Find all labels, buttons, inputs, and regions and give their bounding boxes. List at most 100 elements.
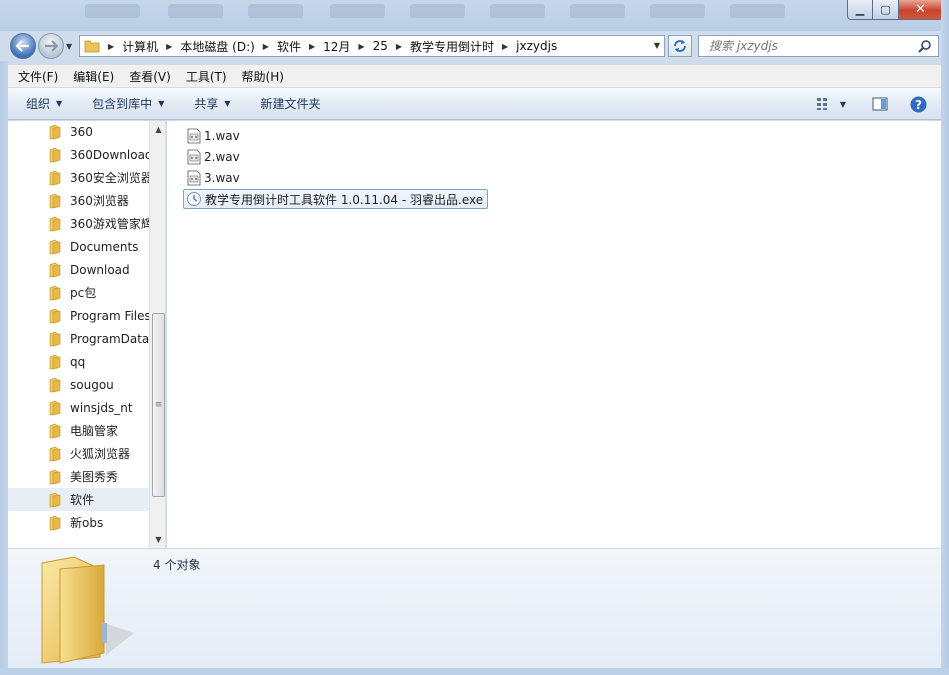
tree-item[interactable]: 软件 <box>8 488 149 511</box>
organize-label: 组织 <box>26 97 51 111</box>
breadcrumb: ▶ 计算机 ▶ 本地磁盘 (D:) ▶ 软件 ▶ 12月 ▶ 25 ▶ 教学专用倒计时 ▶ jxzydjs <box>100 36 557 56</box>
scroll-down-icon[interactable]: ▼ <box>150 531 165 548</box>
breadcrumb-item[interactable]: jxzydjs <box>516 39 557 53</box>
file-name: 2.wav <box>204 150 240 164</box>
large-folder-icon <box>41 556 134 664</box>
caret-down-icon: ▼ <box>158 99 165 108</box>
tree-item-label: 360游戏管家辉 <box>70 217 149 231</box>
tree-item-label: Download <box>70 262 130 277</box>
menu-item[interactable]: 编辑(E) <box>63 68 119 85</box>
tree-item[interactable]: 360安全浏览器 <box>8 166 149 189</box>
svg-text:?: ? <box>915 98 922 112</box>
file-item[interactable]: 教学专用倒计时工具软件 1.0.11.04 - 羽睿出品.exe <box>183 189 489 209</box>
scroll-up-icon[interactable]: ▲ <box>150 121 165 138</box>
file-item[interactable]: 3.wav <box>185 168 244 188</box>
refresh-button[interactable] <box>668 35 692 57</box>
tree-item[interactable]: 360 <box>8 121 149 143</box>
file-item[interactable]: 2.wav <box>185 147 244 167</box>
tree-item-label: sougou <box>70 377 114 392</box>
view-list-icon <box>816 98 827 110</box>
tree-item[interactable]: pc包 <box>8 281 149 304</box>
tree-item[interactable]: 新obs <box>8 511 149 534</box>
tree-item[interactable]: Documents <box>8 235 149 258</box>
breadcrumb-separator-icon[interactable]: ▶ <box>108 42 114 51</box>
menu-item[interactable]: 工具(T) <box>176 68 232 85</box>
menu-item[interactable]: 文件(F) <box>8 68 63 85</box>
new-folder-button[interactable]: 新建文件夹 <box>261 95 321 112</box>
preview-pane-button[interactable] <box>872 97 888 111</box>
folder-icon <box>49 492 61 507</box>
back-button[interactable] <box>10 33 36 59</box>
share-button[interactable]: 共享 ▼ <box>194 95 230 112</box>
folder-icon <box>49 193 61 208</box>
folder-icon <box>49 331 61 346</box>
tree-item-label: 电脑管家 <box>70 424 119 438</box>
tree-item[interactable]: 美图秀秀 <box>8 465 149 488</box>
breadcrumb-item[interactable]: 本地磁盘 (D:) <box>180 38 254 55</box>
organize-button[interactable]: 组织 ▼ <box>26 95 62 112</box>
clock-app-icon <box>187 192 201 206</box>
tree-item[interactable]: 电脑管家 <box>8 419 149 442</box>
tree-item[interactable]: sougou <box>8 373 149 396</box>
breadcrumb-separator-icon[interactable]: ▶ <box>166 42 172 51</box>
caret-down-icon: ▼ <box>56 99 63 108</box>
tree-item[interactable]: 火狐浏览器 <box>8 442 149 465</box>
details-pane: 4 个对象 <box>8 548 941 668</box>
window-border-right <box>941 0 949 675</box>
search-icon[interactable] <box>918 39 932 53</box>
forward-button[interactable] <box>38 33 64 59</box>
folder-icon <box>49 423 61 438</box>
tree-item[interactable]: Download <box>8 258 149 281</box>
tree-item-label: 360Download <box>70 147 149 162</box>
breadcrumb-item[interactable]: 25 <box>373 39 388 53</box>
tree-item-label: ProgramData <box>70 331 149 346</box>
blurred-tab <box>168 4 223 18</box>
include-library-button[interactable]: 包含到库中 ▼ <box>92 95 164 112</box>
maximize-button[interactable]: ▢ <box>873 0 899 20</box>
tree-item[interactable]: 360浏览器 <box>8 189 149 212</box>
breadcrumb-item[interactable]: 计算机 <box>122 38 158 55</box>
tree-item[interactable]: Program Files <box>8 304 149 327</box>
breadcrumb-separator-icon[interactable]: ▶ <box>309 42 315 51</box>
nav-scrollbar[interactable]: ▲ ≡ ▼ <box>149 121 165 548</box>
help-button[interactable]: ? <box>910 96 927 113</box>
menu-item[interactable]: 查看(V) <box>119 68 176 85</box>
breadcrumb-separator-icon[interactable]: ▶ <box>502 42 508 51</box>
breadcrumb-separator-icon[interactable]: ▶ <box>263 42 269 51</box>
breadcrumb-separator-icon[interactable]: ▶ <box>396 42 402 51</box>
folder-icon <box>49 400 61 415</box>
breadcrumb-item[interactable]: 12月 <box>323 38 350 55</box>
tree-item[interactable]: 360游戏管家辉 <box>8 212 149 235</box>
breadcrumb-separator-icon[interactable]: ▶ <box>358 42 364 51</box>
folder-icon <box>49 147 61 162</box>
minimize-button[interactable]: ▁ <box>847 0 873 20</box>
tree-item-label: 火狐浏览器 <box>70 447 131 461</box>
menu-item[interactable]: 帮助(H) <box>232 68 289 85</box>
search-box[interactable] <box>698 35 939 57</box>
tree-item-label: pc包 <box>70 286 97 300</box>
tree-item-label: 软件 <box>70 493 95 507</box>
window-controls: ▁ ▢ ✕ <box>847 0 943 20</box>
address-bar[interactable]: ▶ 计算机 ▶ 本地磁盘 (D:) ▶ 软件 ▶ 12月 ▶ 25 ▶ 教学专用倒计时 ▶ jxzydjs… <box>79 35 665 57</box>
tree-item[interactable]: ProgramData <box>8 327 149 350</box>
command-bar: 组织 ▼ 包含到库中 ▼ 共享 ▼ 新建文件夹 ▼ ? <box>8 88 941 120</box>
breadcrumb-item[interactable]: 教学专用倒计时 <box>410 38 494 55</box>
blurred-tab <box>85 4 140 18</box>
search-input[interactable] <box>709 39 909 53</box>
recent-pages-dropdown[interactable]: ▼ <box>66 42 72 51</box>
tree-item[interactable]: 360Download <box>8 143 149 166</box>
tree-item-label: qq <box>70 354 86 369</box>
tree-item-label: 360安全浏览器 <box>70 171 149 185</box>
address-dropdown-icon[interactable]: ▼ <box>654 41 660 50</box>
tree-item[interactable]: qq <box>8 350 149 373</box>
tree-item[interactable]: winsjds_nt <box>8 396 149 419</box>
file-item[interactable]: 1.wav <box>185 126 244 146</box>
close-button[interactable]: ✕ <box>899 0 943 20</box>
change-view-button[interactable]: ▼ <box>816 97 846 111</box>
scroll-thumb[interactable]: ≡ <box>152 313 165 497</box>
tree-item-label: Program Files <box>70 308 149 323</box>
file-name: 1.wav <box>204 129 240 143</box>
breadcrumb-item[interactable]: 软件 <box>277 38 301 55</box>
file-list: 1.wav 2.wav 3.wav 教学专用倒计时工具软件 1.0.11.04 - 羽… <box>167 121 941 548</box>
caret-down-icon: ▼ <box>224 99 231 108</box>
